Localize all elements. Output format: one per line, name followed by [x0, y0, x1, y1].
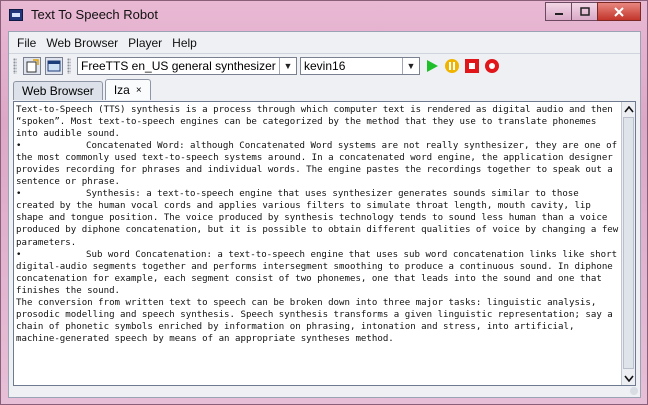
- tab-web-browser[interactable]: Web Browser: [13, 81, 103, 100]
- toolbar: FreeTTS en_US general synthesizer ▼ kevi…: [9, 53, 640, 78]
- paragraph-intro: Text-to-Speech (TTS) synthesis is a proc…: [16, 105, 613, 140]
- play-button[interactable]: [423, 57, 441, 75]
- close-button[interactable]: [597, 2, 641, 21]
- main-panel: File Web Browser Player Help FreeTTS en_…: [8, 31, 641, 398]
- play-icon: [427, 60, 438, 72]
- paragraph-conversion: The conversion from written text to spee…: [16, 297, 613, 344]
- toolbar-grip-icon[interactable]: [13, 58, 17, 74]
- bullet-marker: •: [16, 141, 22, 152]
- toolbar-grip-icon-2[interactable]: [67, 58, 71, 74]
- menu-web-browser[interactable]: Web Browser: [41, 36, 123, 50]
- scroll-down-icon[interactable]: [622, 371, 636, 385]
- voice-select[interactable]: kevin16 ▼: [300, 57, 420, 75]
- vertical-scrollbar[interactable]: [621, 102, 635, 385]
- minimize-icon: [554, 12, 563, 15]
- bullet-item-synthesis: • Synthesis: a text-to-speech engine that…: [16, 188, 620, 248]
- app-window: Text To Speech Robot File Web Browser Pl…: [0, 0, 648, 405]
- app-icon: [9, 9, 23, 21]
- bullet-marker: •: [16, 189, 22, 200]
- bullet-item-concatenated: • Concatenated Word: although Concatenate…: [16, 140, 620, 188]
- synthesizer-select[interactable]: FreeTTS en_US general synthesizer ▼: [77, 57, 297, 75]
- document-text[interactable]: Text-to-Speech (TTS) synthesis is a proc…: [16, 104, 620, 383]
- chevron-down-icon[interactable]: ▼: [279, 58, 296, 74]
- open-file-button[interactable]: [23, 57, 41, 75]
- title-bar[interactable]: Text To Speech Robot: [1, 1, 647, 31]
- maximize-icon: [579, 7, 590, 16]
- voice-value: kevin16: [304, 59, 346, 73]
- resize-grip-icon[interactable]: [630, 387, 638, 395]
- window-controls: [545, 2, 641, 21]
- synthesizer-value: FreeTTS en_US general synthesizer: [81, 59, 276, 73]
- close-icon: [614, 6, 624, 17]
- pause-icon: [445, 59, 459, 73]
- menu-file[interactable]: File: [12, 36, 41, 50]
- minimize-button[interactable]: [545, 2, 572, 21]
- scroll-up-icon[interactable]: [622, 102, 636, 116]
- stop-icon: [465, 59, 479, 73]
- save-window-button[interactable]: [45, 57, 63, 75]
- bullet-text: Concatenated Word: although Concatenated…: [16, 141, 618, 188]
- chevron-down-icon-voice[interactable]: ▼: [402, 58, 419, 74]
- maximize-button[interactable]: [571, 2, 598, 21]
- bullet-text: Sub word Concatenation: a text-to-speech…: [16, 249, 618, 296]
- menu-player[interactable]: Player: [123, 36, 167, 50]
- bullet-text: Synthesis: a text-to-speech engine that …: [16, 189, 619, 248]
- window-icon: [47, 60, 61, 72]
- record-icon: [485, 59, 499, 73]
- tab-bar: Web Browser Iza ×: [9, 79, 640, 100]
- record-button[interactable]: [483, 57, 501, 75]
- open-file-icon: [26, 59, 39, 73]
- tab-label: Web Browser: [22, 84, 94, 98]
- menu-bar: File Web Browser Player Help: [9, 32, 640, 53]
- stop-button[interactable]: [463, 57, 481, 75]
- tab-iza[interactable]: Iza ×: [104, 79, 151, 100]
- window-title: Text To Speech Robot: [31, 7, 158, 22]
- tab-label: Iza: [113, 83, 130, 97]
- pause-button[interactable]: [443, 57, 461, 75]
- menu-help[interactable]: Help: [167, 36, 202, 50]
- scrollbar-thumb[interactable]: [623, 117, 634, 369]
- text-editor[interactable]: Text-to-Speech (TTS) synthesis is a proc…: [13, 101, 636, 386]
- bullet-item-subword: • Sub word Concatenation: a text-to-speec…: [16, 249, 620, 297]
- tab-close-icon[interactable]: ×: [136, 85, 142, 96]
- bullet-marker: •: [16, 249, 22, 260]
